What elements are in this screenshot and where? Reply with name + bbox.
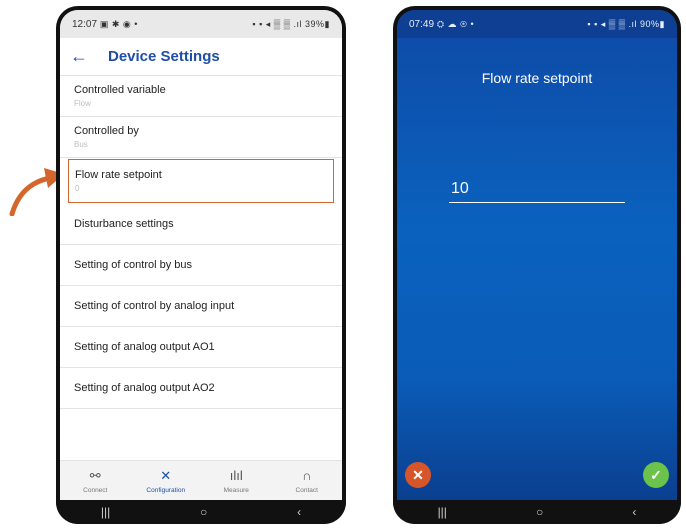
dialog-title: Flow rate setpoint — [481, 70, 593, 86]
setting-label: Setting of control by bus — [74, 259, 193, 271]
confirm-button[interactable]: ✓ — [643, 462, 669, 488]
headset-icon: ∩ — [302, 467, 312, 483]
setting-label: Setting of control by analog input — [74, 300, 235, 312]
setting-disturbance-settings[interactable]: Disturbance settings — [60, 204, 342, 245]
setting-label: Flow rate setpoint — [75, 169, 162, 181]
setpoint-editor-screen: 07:49 ⛭ ☁ ⊛ • ▪ ▪ ◂ ▒ ▒ .ıl 90%▮ Flow ra… — [397, 10, 677, 500]
cancel-button[interactable]: ✕ — [405, 462, 431, 488]
status-icons-right: ▪ ▪ ◂ ▒ ▒ .ıl 39%▮ — [252, 18, 330, 29]
setting-flow-rate-setpoint[interactable]: Flow rate setpoint 0 — [68, 159, 334, 203]
screenshot-stage: 12:07 ▣ ✱ ◉ • ▪ ▪ ◂ ▒ ▒ .ıl 39%▮ ← Devic… — [0, 0, 686, 528]
recent-apps-icon[interactable]: ||| — [438, 505, 447, 519]
settings-list: Controlled variable Flow Controlled by B… — [60, 76, 342, 409]
status-time: 07:49 — [409, 18, 435, 30]
system-back-icon[interactable]: ‹ — [632, 505, 636, 519]
back-arrow-icon[interactable]: ← — [70, 46, 94, 67]
bar-chart-icon: ılıl — [229, 467, 243, 483]
nav-label: Connect — [83, 486, 108, 494]
nav-connect[interactable]: ⚯ Connect — [60, 461, 131, 500]
bottom-navigation: ⚯ Connect ✕ Configuration ılıl Measure ∩… — [60, 460, 342, 500]
nav-configuration[interactable]: ✕ Configuration — [131, 461, 202, 500]
status-icons-left: ⛭ ☁ ⊛ • — [436, 18, 475, 29]
setting-controlled-variable[interactable]: Controlled variable Flow — [60, 76, 342, 117]
close-icon: ✕ — [412, 466, 424, 483]
nav-measure[interactable]: ılıl Measure — [201, 461, 272, 500]
phone-setpoint-editor: 07:49 ⛭ ☁ ⊛ • ▪ ▪ ◂ ▒ ▒ .ıl 90%▮ Flow ra… — [393, 6, 681, 524]
status-left: 07:49 ⛭ ☁ ⊛ • — [409, 19, 474, 30]
home-icon[interactable]: ○ — [200, 505, 207, 519]
page-title: Device Settings — [108, 48, 220, 65]
status-left: 12:07 ▣ ✱ ◉ • — [72, 19, 138, 30]
status-icons-right: ▪ ▪ ◂ ▒ ▒ .ıl 90%▮ — [587, 18, 665, 29]
setting-value: Flow — [74, 99, 91, 108]
setting-analog-output-ao1[interactable]: Setting of analog output AO1 — [60, 327, 342, 368]
system-navigation-bar: ||| ○ ‹ — [393, 500, 681, 524]
device-settings-screen: 12:07 ▣ ✱ ◉ • ▪ ▪ ◂ ▒ ▒ .ıl 39%▮ ← Devic… — [60, 10, 342, 500]
setting-label: Disturbance settings — [74, 218, 174, 230]
check-icon: ✓ — [650, 466, 662, 483]
recent-apps-icon[interactable]: ||| — [101, 505, 110, 519]
setting-label: Setting of analog output AO1 — [74, 341, 215, 353]
status-bar: 07:49 ⛭ ☁ ⊛ • ▪ ▪ ◂ ▒ ▒ .ıl 90%▮ — [397, 10, 677, 38]
app-bar: ← Device Settings — [60, 38, 342, 76]
nav-label: Configuration — [146, 486, 186, 494]
status-time: 12:07 — [72, 18, 98, 30]
setting-label: Setting of analog output AO2 — [74, 382, 215, 394]
system-back-icon[interactable]: ‹ — [297, 505, 301, 519]
link-icon: ⚯ — [89, 467, 101, 483]
status-icons-left: ▣ ✱ ◉ • — [99, 18, 138, 29]
setpoint-input[interactable]: 10 — [449, 180, 625, 203]
setting-label: Controlled variable — [74, 84, 166, 96]
setting-controlled-by[interactable]: Controlled by Bus — [60, 117, 342, 158]
phone-device-settings: 12:07 ▣ ✱ ◉ • ▪ ▪ ◂ ▒ ▒ .ıl 39%▮ ← Devic… — [56, 6, 346, 524]
setting-label: Controlled by — [74, 125, 139, 137]
system-navigation-bar: ||| ○ ‹ — [56, 500, 346, 524]
nav-label: Measure — [223, 486, 249, 494]
setting-analog-output-ao2[interactable]: Setting of analog output AO2 — [60, 368, 342, 409]
setting-value: 0 — [75, 184, 80, 193]
setting-control-by-analog-input[interactable]: Setting of control by analog input — [60, 286, 342, 327]
wrench-screwdriver-icon: ✕ — [160, 467, 172, 483]
home-icon[interactable]: ○ — [536, 505, 543, 519]
setting-value: Bus — [74, 140, 88, 149]
status-bar: 12:07 ▣ ✱ ◉ • ▪ ▪ ◂ ▒ ▒ .ıl 39%▮ — [60, 10, 342, 38]
nav-contact[interactable]: ∩ Contact — [272, 461, 343, 500]
nav-label: Contact — [295, 486, 318, 494]
setting-control-by-bus[interactable]: Setting of control by bus — [60, 245, 342, 286]
